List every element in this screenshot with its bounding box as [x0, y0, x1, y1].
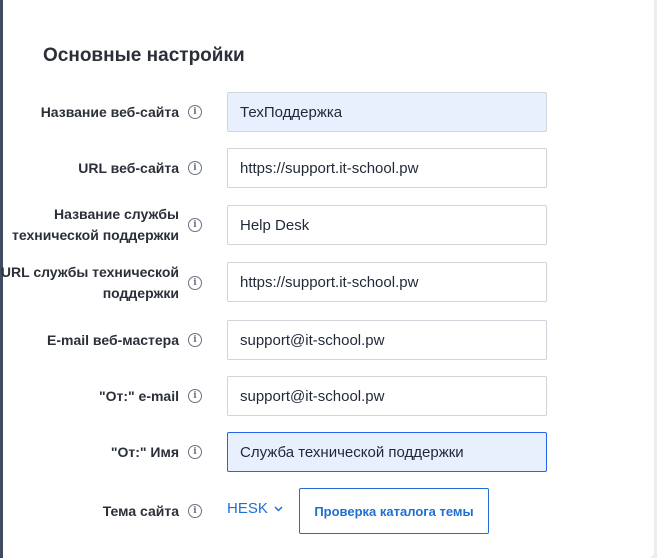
info-icon[interactable]: i [188, 161, 202, 175]
info-icon[interactable]: i [188, 105, 202, 119]
helpdesk-url-label-line2: поддержки [102, 285, 179, 301]
from-name-label: "От:" Имя [110, 444, 179, 460]
info-icon[interactable]: i [188, 218, 202, 232]
site-url-input[interactable] [227, 148, 547, 188]
check-theme-folder-button[interactable]: Проверка каталога темы [299, 488, 489, 534]
from-name-input[interactable] [227, 432, 547, 472]
from-email-label: "От:" e-mail [98, 388, 179, 404]
helpdesk-url-input[interactable] [227, 262, 547, 302]
info-icon[interactable]: i [188, 504, 202, 518]
webmaster-email-input[interactable] [227, 320, 547, 360]
helpdesk-name-label-line1: Название службы [54, 206, 179, 222]
theme-select-value: HESK [227, 500, 268, 517]
helpdesk-name-input[interactable] [227, 205, 547, 245]
theme-select[interactable]: HESK [227, 500, 283, 517]
info-icon[interactable]: i [188, 333, 202, 347]
info-icon[interactable]: i [188, 276, 202, 290]
settings-card: Основные настройки Название веб-сайта i … [0, 0, 654, 558]
info-icon[interactable]: i [188, 445, 202, 459]
from-email-input[interactable] [227, 376, 547, 416]
helpdesk-url-label-line1: URL службы технической [0, 264, 179, 280]
helpdesk-url-label: URL службы технической поддержки [0, 262, 179, 304]
info-icon[interactable]: i [188, 389, 202, 403]
site-name-label: Название веб-сайта [40, 104, 179, 120]
helpdesk-name-label: Название службы технической поддержки [0, 204, 179, 246]
webmaster-email-label: E-mail веб-мастера [47, 332, 179, 348]
site-theme-label: Тема сайта [102, 503, 179, 519]
helpdesk-name-label-line2: технической поддержки [12, 227, 179, 243]
site-name-input[interactable] [227, 92, 547, 132]
section-title: Основные настройки [43, 45, 245, 66]
site-url-label: URL веб-сайта [78, 160, 179, 176]
chevron-down-icon [274, 503, 283, 515]
